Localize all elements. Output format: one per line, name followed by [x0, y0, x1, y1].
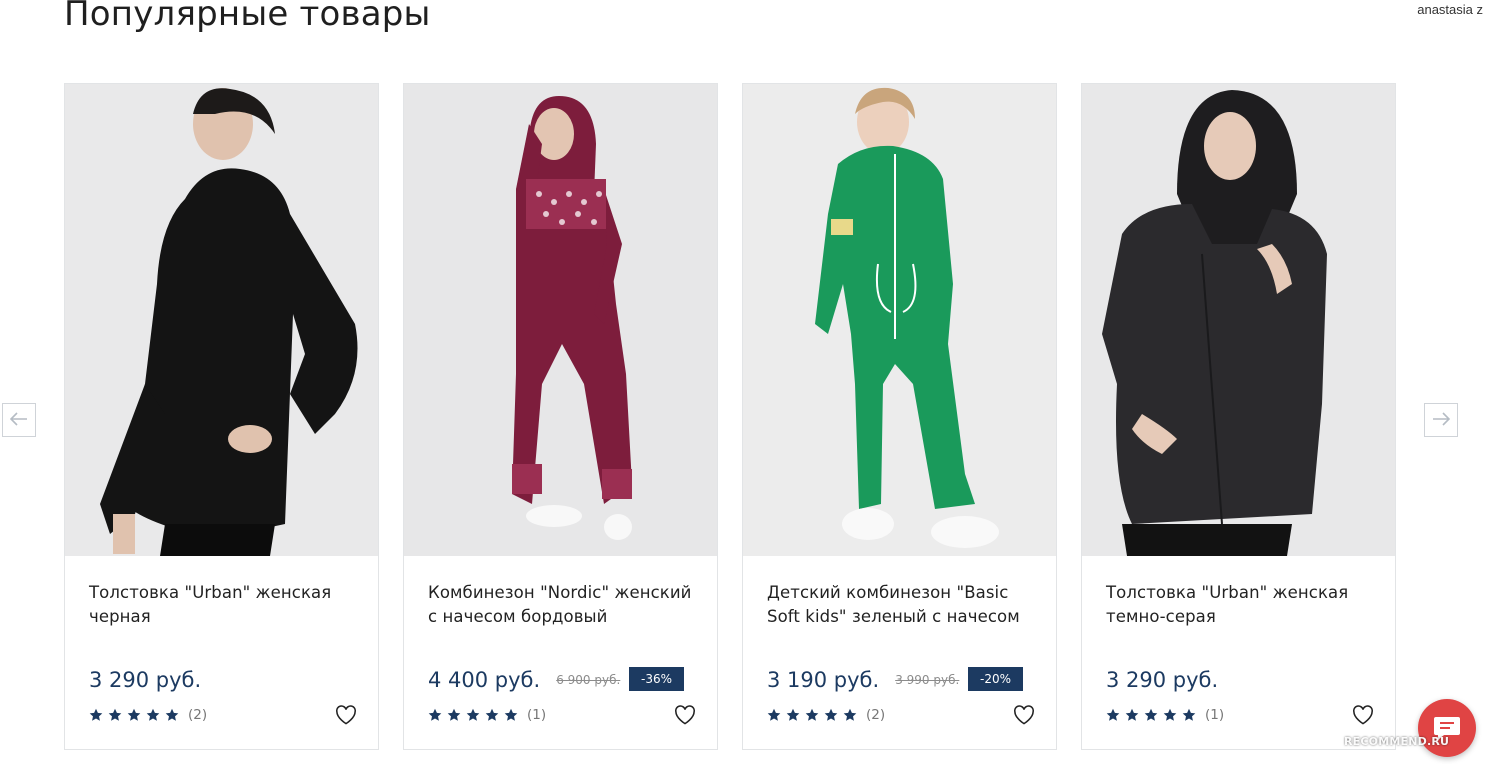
star-icon — [1144, 708, 1158, 721]
star-icon — [1125, 708, 1139, 721]
star-icon — [1106, 708, 1120, 721]
star-icon — [447, 708, 461, 721]
product-photo[interactable] — [1082, 84, 1395, 556]
product-photo[interactable] — [404, 84, 717, 556]
star-icon — [504, 708, 518, 721]
rating: (1) — [1106, 706, 1224, 724]
rating: (2) — [89, 706, 207, 724]
product-price: 3 290 руб. — [89, 668, 202, 692]
star-icon — [466, 708, 480, 721]
product-price: 3 190 руб. — [767, 668, 880, 692]
arrow-left-icon — [9, 411, 28, 430]
rating: (1) — [428, 706, 546, 724]
discount-badge: -36% — [629, 667, 684, 691]
product-price: 3 290 руб. — [1106, 668, 1219, 692]
product-photo[interactable] — [65, 84, 378, 556]
carousel-prev-button[interactable] — [2, 403, 36, 437]
heart-icon[interactable] — [674, 705, 696, 725]
star-icon — [485, 708, 499, 721]
star-icon — [824, 708, 838, 721]
heart-icon[interactable] — [1013, 705, 1035, 725]
star-icon — [843, 708, 857, 721]
heart-icon[interactable] — [1352, 705, 1374, 725]
star-icon — [805, 708, 819, 721]
review-count[interactable]: (1) — [1205, 707, 1224, 723]
watermark: RECOMMEND.RU — [1344, 735, 1450, 748]
product-card[interactable]: Толстовка "Urban" женская темно-серая 3 … — [1081, 83, 1396, 750]
star-icon — [89, 708, 103, 721]
star-icon — [428, 708, 442, 721]
star-icon — [1182, 708, 1196, 721]
page-title: Популярные товары — [64, 0, 431, 34]
star-icon — [146, 708, 160, 721]
discount-badge: -20% — [968, 667, 1023, 691]
product-price: 4 400 руб. — [428, 668, 541, 692]
product-photo[interactable] — [743, 84, 1056, 556]
star-icon — [165, 708, 179, 721]
product-card[interactable]: Детский комбинезон "Basic Soft kids" зел… — [742, 83, 1057, 750]
star-icon — [767, 708, 781, 721]
star-icon — [786, 708, 800, 721]
arrow-right-icon — [1432, 411, 1451, 430]
user-name[interactable]: anastasia z — [1417, 2, 1483, 17]
product-name[interactable]: Детский комбинезон "Basic Soft kids" зел… — [767, 581, 1042, 629]
product-card[interactable]: Комбинезон "Nordic" женский с начесом бо… — [403, 83, 718, 750]
old-price: 6 900 руб. — [556, 673, 621, 687]
star-icon — [127, 708, 141, 721]
price-row: 3 190 руб. 3 990 руб. — [767, 666, 959, 694]
heart-icon[interactable] — [335, 705, 357, 725]
star-icon — [1163, 708, 1177, 721]
price-row: 3 290 руб. — [1106, 666, 1218, 694]
old-price: 3 990 руб. — [895, 673, 960, 687]
rating: (2) — [767, 706, 885, 724]
product-name[interactable]: Толстовка "Urban" женская темно-серая — [1106, 581, 1381, 629]
review-count[interactable]: (2) — [866, 707, 885, 723]
product-name[interactable]: Комбинезон "Nordic" женский с начесом бо… — [428, 581, 703, 629]
review-count[interactable]: (2) — [188, 707, 207, 723]
product-name[interactable]: Толстовка "Urban" женская черная — [89, 581, 364, 629]
price-row: 3 290 руб. — [89, 666, 201, 694]
carousel-next-button[interactable] — [1424, 403, 1458, 437]
review-count[interactable]: (1) — [527, 707, 546, 723]
star-icon — [108, 708, 122, 721]
product-card[interactable]: Толстовка "Urban" женская черная 3 290 р… — [64, 83, 379, 750]
chat-button[interactable] — [1418, 699, 1476, 757]
price-row: 4 400 руб. 6 900 руб. — [428, 666, 620, 694]
